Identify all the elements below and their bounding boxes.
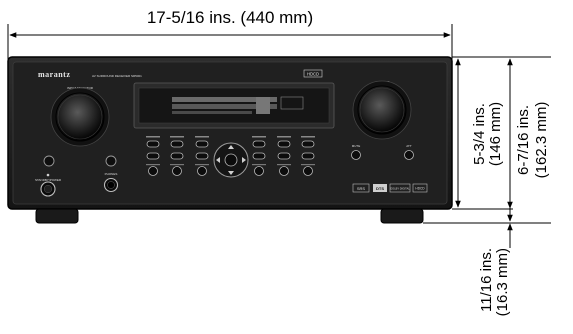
- button-label-mark: [195, 136, 209, 138]
- hdcd-badge-text: HDCD: [307, 72, 319, 77]
- foot-right: [380, 208, 424, 224]
- srs-logo-text: SRS: [357, 186, 366, 191]
- clear-button[interactable]: [277, 152, 291, 160]
- button-label-mark: [195, 164, 209, 166]
- foot-left: [35, 208, 79, 224]
- button-label-mark: [252, 164, 266, 166]
- dts-logo-text: DTS: [376, 186, 384, 191]
- button-label-mark: [252, 136, 266, 138]
- dolby-logo-text: DOLBY DIGITAL: [390, 187, 410, 191]
- mute-button[interactable]: [351, 150, 361, 160]
- phones-jack-inner: [107, 181, 115, 189]
- body-height-in: 5-3/4 ins.: [471, 103, 488, 165]
- stereo-button[interactable]: [148, 166, 158, 176]
- button-label-mark: [301, 164, 315, 166]
- att-button[interactable]: [404, 150, 414, 160]
- display-button[interactable]: [195, 140, 209, 148]
- input-selector-knob[interactable]: [55, 92, 105, 142]
- display-segment-row-3: [172, 111, 252, 114]
- auto-button[interactable]: [146, 152, 160, 160]
- button-label-mark: [301, 136, 315, 138]
- menu-button[interactable]: [197, 166, 207, 176]
- standby-label: STANDBY/POWER: [35, 178, 62, 182]
- exit-button[interactable]: [254, 166, 264, 176]
- preset-button[interactable]: [301, 152, 315, 160]
- multi-room-button[interactable]: [105, 155, 117, 167]
- brand-logo: marantz: [38, 70, 70, 79]
- phones-label: PHONES: [105, 172, 118, 176]
- hdcd-logo-text: HDCD: [415, 187, 425, 191]
- button-label-mark: [170, 164, 184, 166]
- standby-power-inner: [43, 184, 53, 194]
- t-mode-button[interactable]: [301, 140, 315, 148]
- speaker-button[interactable]: [43, 155, 55, 167]
- foot-height-mm: (16.3 mm): [494, 248, 511, 316]
- receiver-dimension-drawing: 17-5/16 ins. (440 mm) marantz AV SURROUN…: [7, 8, 551, 316]
- cursor-pad: [213, 142, 249, 178]
- memory-button[interactable]: [252, 152, 266, 160]
- button-label-mark: [146, 136, 160, 138]
- body-height-mm: (146 mm): [487, 102, 504, 166]
- band-button[interactable]: [277, 140, 291, 148]
- model-line: AV SURROUND RECEIVER SR5001: [92, 74, 142, 78]
- source-direct-button[interactable]: [172, 166, 182, 176]
- width-label: 17-5/16 ins. (440 mm): [147, 8, 313, 27]
- display-channel-indicator: [256, 97, 270, 114]
- pure-direct-button[interactable]: [170, 152, 184, 160]
- total-height-mm: (162.3 mm): [533, 102, 550, 179]
- foot-height-in: 11/16 ins.: [478, 248, 495, 312]
- enter-button[interactable]: [195, 152, 209, 160]
- speaker-ab-button[interactable]: [279, 166, 289, 176]
- surround-mode-button[interactable]: [146, 140, 160, 148]
- button-label-mark: [277, 164, 291, 166]
- button-label-mark: [170, 136, 184, 138]
- button-label-mark: [146, 164, 160, 166]
- button-label-mark: [277, 136, 291, 138]
- total-height-in: 6-7/16 ins.: [515, 105, 532, 175]
- cursor-enter-button[interactable]: [224, 153, 238, 167]
- 7-1ch-input-button[interactable]: [170, 140, 184, 148]
- att-label: ATT: [406, 144, 412, 148]
- dimmer-button[interactable]: [303, 166, 313, 176]
- receiver-front-panel: marantz AV SURROUND RECEIVER SR5001 HDCD…: [7, 56, 453, 224]
- tuning-up-button[interactable]: [252, 140, 266, 148]
- width-dimension: 17-5/16 ins. (440 mm): [7, 8, 453, 60]
- volume-knob[interactable]: [357, 85, 407, 135]
- mute-label: MUTE: [352, 144, 361, 148]
- standby-led: [46, 173, 50, 177]
